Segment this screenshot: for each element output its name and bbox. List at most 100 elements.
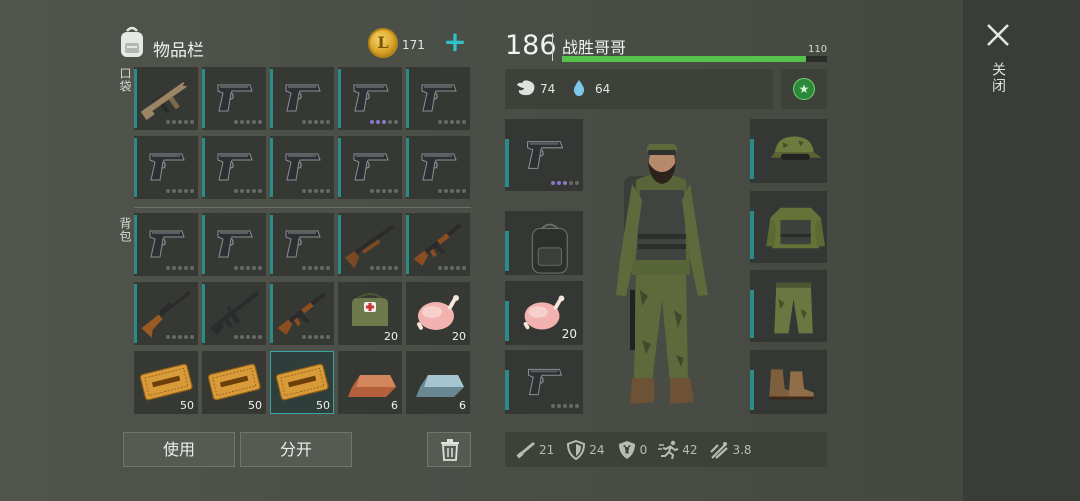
- hp-max: 110: [808, 44, 828, 55]
- combat-stats-bar: 21 24 0 42 3.8: [505, 432, 827, 467]
- quality-dots: [166, 120, 194, 124]
- equip-slot-pistol[interactable]: [505, 350, 583, 414]
- inventory-slot-coupon[interactable]: 50: [270, 351, 334, 414]
- item-quantity: 20: [384, 330, 398, 343]
- inventory-slot-pistol[interactable]: [406, 67, 470, 130]
- item-quantity: 50: [248, 399, 262, 412]
- quality-dots: [551, 181, 579, 185]
- use-button[interactable]: 使用: [123, 432, 235, 467]
- water-drop-icon: [572, 79, 586, 97]
- item-quantity: 6: [391, 399, 398, 412]
- camo-pants-icon: [774, 282, 813, 334]
- inventory-slot-pistol[interactable]: [406, 136, 470, 199]
- equip-slot-camo-pants[interactable]: [750, 270, 827, 342]
- quality-dots: [370, 266, 398, 270]
- pocket-grid: [134, 67, 470, 199]
- trash-icon: [441, 439, 459, 461]
- quality-dots: [234, 335, 262, 339]
- item-quantity: 20: [561, 327, 577, 341]
- pocket-label: 口袋: [118, 67, 132, 93]
- inventory-slot-pistol[interactable]: [134, 213, 198, 276]
- section-divider: [134, 207, 471, 208]
- quality-dots: [166, 335, 194, 339]
- camo-cap-icon: [771, 136, 822, 160]
- item-quantity: 20: [452, 330, 466, 343]
- radiation-stat: 0: [616, 440, 647, 460]
- quality-dots: [302, 189, 330, 193]
- star-icon: ★: [793, 78, 815, 100]
- backpack-icon: [116, 25, 148, 59]
- backpack-icon: [531, 223, 568, 274]
- add-coins-button[interactable]: +: [442, 28, 468, 56]
- inventory-slot-pistol[interactable]: [134, 136, 198, 199]
- inventory-slot-ak-rifle[interactable]: [270, 282, 334, 345]
- stomach-icon: [515, 79, 537, 97]
- item-quantity: 50: [180, 399, 194, 412]
- inventory-slot-pistol[interactable]: [338, 136, 402, 199]
- inventory-slot-copper-ingot[interactable]: 6: [338, 351, 402, 414]
- inventory-slot-assault-rifle[interactable]: [134, 67, 198, 130]
- boots-icon: [769, 369, 814, 400]
- player-level: 186: [505, 30, 557, 61]
- coin-count: 171: [402, 38, 425, 52]
- inventory-slot-pistol[interactable]: [270, 213, 334, 276]
- close-icon: [987, 24, 1009, 46]
- split-button[interactable]: 分开: [240, 432, 352, 467]
- running-man-icon: [658, 440, 679, 459]
- trash-button[interactable]: [427, 432, 471, 467]
- equip-slot-boots[interactable]: [750, 350, 827, 414]
- equip-slot-camo-vest[interactable]: [750, 191, 827, 263]
- quality-dots: [166, 189, 194, 193]
- inventory-title: 物品栏: [153, 41, 204, 61]
- inventory-slot-coupon[interactable]: 50: [134, 351, 198, 414]
- inventory-slot-pistol[interactable]: [202, 213, 266, 276]
- equip-slot-pistol[interactable]: [505, 119, 583, 191]
- water-value: 64: [595, 82, 611, 96]
- quality-dots: [370, 120, 398, 124]
- close-panel: [963, 0, 1080, 501]
- quality-dots: [234, 266, 262, 270]
- inventory-slot-coupon[interactable]: 50: [202, 351, 266, 414]
- item-quantity: 50: [316, 399, 330, 412]
- level-divider: [552, 33, 553, 61]
- quality-dots: [302, 120, 330, 124]
- player-name: 战胜哥哥: [562, 38, 627, 57]
- inventory-slot-shotgun[interactable]: [338, 213, 402, 276]
- star-button[interactable]: ★: [781, 69, 827, 109]
- close-label[interactable]: 关闭: [988, 62, 1008, 94]
- food-value: 74: [540, 82, 556, 96]
- stealth-stat: 3.8: [708, 440, 752, 460]
- inventory-slot-iron-ingot[interactable]: 6: [406, 351, 470, 414]
- inventory-slot-pistol[interactable]: [270, 67, 334, 130]
- quality-dots: [302, 266, 330, 270]
- quality-dots: [551, 404, 579, 408]
- inventory-slot-pistol[interactable]: [270, 136, 334, 199]
- quality-dots: [438, 120, 466, 124]
- inventory-slot-m16-rifle[interactable]: [202, 282, 266, 345]
- item-quantity: 6: [459, 399, 466, 412]
- equip-slot-raw-chicken[interactable]: 20: [505, 281, 583, 345]
- knife-icon: [516, 441, 535, 458]
- inventory-slot-pistol[interactable]: [202, 136, 266, 199]
- defense-stat: 24: [565, 439, 605, 460]
- close-button[interactable]: [985, 22, 1011, 48]
- inventory-slot-medkit-bag[interactable]: 20: [338, 282, 402, 345]
- inventory-slot-ak-rifle[interactable]: [406, 213, 470, 276]
- stealth-icon: [710, 441, 729, 459]
- quality-dots: [166, 266, 194, 270]
- quality-dots: [370, 189, 398, 193]
- quality-dots: [438, 189, 466, 193]
- equip-slot-camo-cap[interactable]: [750, 119, 827, 183]
- equip-slot-backpack[interactable]: [505, 211, 583, 275]
- inventory-slot-raw-chicken[interactable]: 20: [406, 282, 470, 345]
- shield-icon: [567, 439, 586, 460]
- hp-bar-fill: [562, 56, 806, 62]
- backpack-label: 背包: [118, 217, 132, 243]
- inventory-slot-hunting-rifle[interactable]: [134, 282, 198, 345]
- coin-icon: L: [368, 28, 398, 58]
- radiation-shield-icon: [618, 440, 635, 459]
- inventory-slot-pistol[interactable]: [338, 67, 402, 130]
- inventory-slot-pistol[interactable]: [202, 67, 266, 130]
- player-character: [590, 110, 740, 420]
- attack-stat: 21: [515, 440, 554, 460]
